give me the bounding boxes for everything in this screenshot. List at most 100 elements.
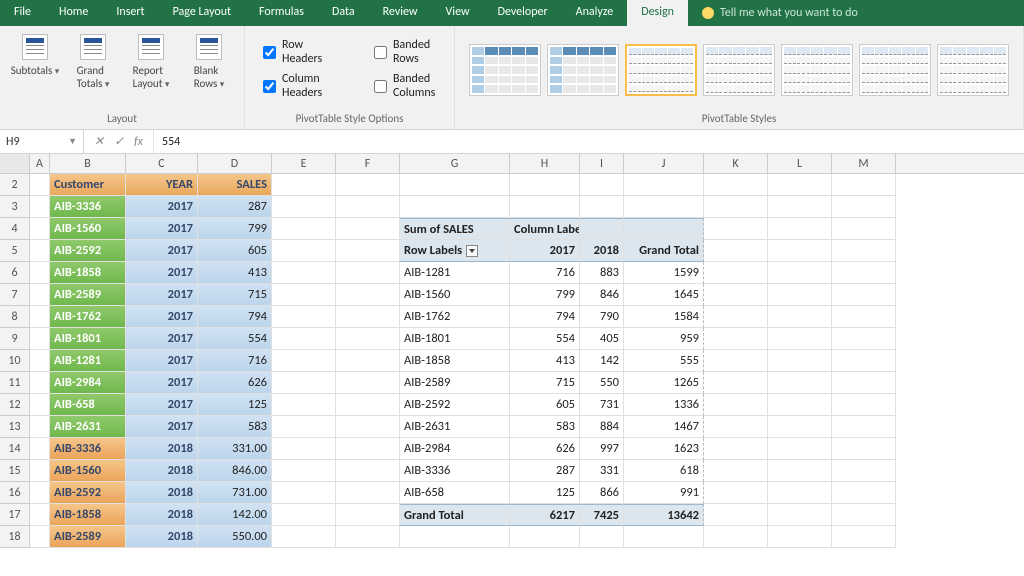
row-header-4[interactable]: 4 <box>0 218 30 240</box>
cell-C17[interactable]: 2018 <box>126 504 198 526</box>
cell-E10[interactable] <box>272 350 336 372</box>
cell-D17[interactable]: 142.00 <box>198 504 272 526</box>
cell-H3[interactable] <box>510 196 580 218</box>
cell-G13[interactable]: AIB-2631 <box>400 416 510 438</box>
cell-D4[interactable]: 799 <box>198 218 272 240</box>
cell-H13[interactable]: 583 <box>510 416 580 438</box>
cell-C12[interactable]: 2017 <box>126 394 198 416</box>
cell-C7[interactable]: 2017 <box>126 284 198 306</box>
tab-home[interactable]: Home <box>45 0 102 26</box>
tab-page-layout[interactable]: Page Layout <box>159 0 245 26</box>
cell-B14[interactable]: AIB-3336 <box>50 438 126 460</box>
cell-M10[interactable] <box>832 350 896 372</box>
report-layout-button[interactable]: ReportLayout ▾ <box>124 30 178 110</box>
cell-A8[interactable] <box>30 306 50 328</box>
cell-A15[interactable] <box>30 460 50 482</box>
cell-C14[interactable]: 2018 <box>126 438 198 460</box>
cell-K15[interactable] <box>704 460 768 482</box>
cell-B3[interactable]: AIB-3336 <box>50 196 126 218</box>
cell-D9[interactable]: 554 <box>198 328 272 350</box>
row-header-13[interactable]: 13 <box>0 416 30 438</box>
checkbox-input[interactable] <box>374 80 387 93</box>
cell-J7[interactable]: 1645 <box>624 284 704 306</box>
cell-L6[interactable] <box>768 262 832 284</box>
pivot-style-swatch[interactable] <box>781 44 853 96</box>
row-header-12[interactable]: 12 <box>0 394 30 416</box>
cell-C6[interactable]: 2017 <box>126 262 198 284</box>
pivot-style-swatch[interactable] <box>859 44 931 96</box>
formula-input[interactable]: 554 <box>154 130 1024 153</box>
cancel-icon[interactable]: ✕ <box>94 134 104 149</box>
cell-A17[interactable] <box>30 504 50 526</box>
cell-K14[interactable] <box>704 438 768 460</box>
cell-M8[interactable] <box>832 306 896 328</box>
cell-A2[interactable] <box>30 174 50 196</box>
cell-F16[interactable] <box>336 482 400 504</box>
cell-C5[interactable]: 2017 <box>126 240 198 262</box>
cell-I7[interactable]: 846 <box>580 284 624 306</box>
cell-L10[interactable] <box>768 350 832 372</box>
cell-B9[interactable]: AIB-1801 <box>50 328 126 350</box>
cell-G9[interactable]: AIB-1801 <box>400 328 510 350</box>
cell-C10[interactable]: 2017 <box>126 350 198 372</box>
cell-E8[interactable] <box>272 306 336 328</box>
cell-I17[interactable]: 7425 <box>580 504 624 526</box>
cell-H5[interactable]: 2017 <box>510 240 580 262</box>
cell-D2[interactable]: SALES <box>198 174 272 196</box>
cell-G2[interactable] <box>400 174 510 196</box>
row-header-14[interactable]: 14 <box>0 438 30 460</box>
cell-C8[interactable]: 2017 <box>126 306 198 328</box>
col-header-K[interactable]: K <box>704 154 768 173</box>
pivot-style-swatch[interactable] <box>547 44 619 96</box>
cell-E6[interactable] <box>272 262 336 284</box>
cell-F2[interactable] <box>336 174 400 196</box>
cell-F10[interactable] <box>336 350 400 372</box>
row-header-7[interactable]: 7 <box>0 284 30 306</box>
cell-M13[interactable] <box>832 416 896 438</box>
tab-review[interactable]: Review <box>369 0 432 26</box>
col-header-E[interactable]: E <box>272 154 336 173</box>
cell-J13[interactable]: 1467 <box>624 416 704 438</box>
cell-J12[interactable]: 1336 <box>624 394 704 416</box>
cell-M3[interactable] <box>832 196 896 218</box>
tab-formulas[interactable]: Formulas <box>245 0 318 26</box>
cell-L17[interactable] <box>768 504 832 526</box>
cell-M4[interactable] <box>832 218 896 240</box>
col-header-B[interactable]: B <box>50 154 126 173</box>
cell-F18[interactable] <box>336 526 400 548</box>
col-header-L[interactable]: L <box>768 154 832 173</box>
cell-A11[interactable] <box>30 372 50 394</box>
cell-H15[interactable]: 287 <box>510 460 580 482</box>
cell-F13[interactable] <box>336 416 400 438</box>
cell-A6[interactable] <box>30 262 50 284</box>
cell-E11[interactable] <box>272 372 336 394</box>
cell-A10[interactable] <box>30 350 50 372</box>
col-header-G[interactable]: G <box>400 154 510 173</box>
cell-D12[interactable]: 125 <box>198 394 272 416</box>
cell-F5[interactable] <box>336 240 400 262</box>
cell-E4[interactable] <box>272 218 336 240</box>
cell-B15[interactable]: AIB-1560 <box>50 460 126 482</box>
col-header-I[interactable]: I <box>580 154 624 173</box>
cell-B11[interactable]: AIB-2984 <box>50 372 126 394</box>
cell-L9[interactable] <box>768 328 832 350</box>
cell-G16[interactable]: AIB-658 <box>400 482 510 504</box>
cell-F15[interactable] <box>336 460 400 482</box>
cell-C15[interactable]: 2018 <box>126 460 198 482</box>
cell-B12[interactable]: AIB-658 <box>50 394 126 416</box>
cell-J6[interactable]: 1599 <box>624 262 704 284</box>
cell-E17[interactable] <box>272 504 336 526</box>
cell-D18[interactable]: 550.00 <box>198 526 272 548</box>
cell-M14[interactable] <box>832 438 896 460</box>
cell-D13[interactable]: 583 <box>198 416 272 438</box>
row-header-17[interactable]: 17 <box>0 504 30 526</box>
cell-I11[interactable]: 550 <box>580 372 624 394</box>
cell-E18[interactable] <box>272 526 336 548</box>
cell-F9[interactable] <box>336 328 400 350</box>
enter-icon[interactable]: ✓ <box>114 134 124 149</box>
cell-D15[interactable]: 846.00 <box>198 460 272 482</box>
cell-E5[interactable] <box>272 240 336 262</box>
col-header-J[interactable]: J <box>624 154 704 173</box>
cell-A4[interactable] <box>30 218 50 240</box>
col-header-D[interactable]: D <box>198 154 272 173</box>
